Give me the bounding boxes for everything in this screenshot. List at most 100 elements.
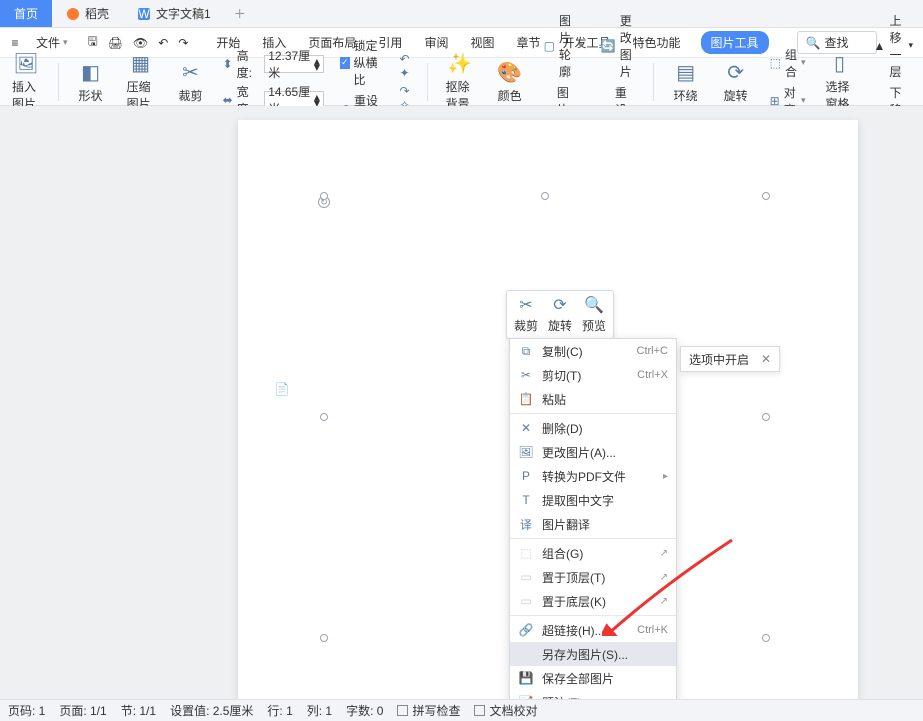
ctx-item[interactable]: 译图片翻译 xyxy=(510,512,676,536)
ctx-icon: T xyxy=(518,493,534,507)
status-section[interactable]: 节: 1/1 xyxy=(121,702,156,719)
ctx-item[interactable]: P转换为PDF文件▸ xyxy=(510,464,676,488)
search-icon: 🔍 xyxy=(806,36,821,50)
word-doc-icon: W xyxy=(137,7,151,21)
tab-docer[interactable]: 稻壳 xyxy=(52,0,123,27)
document-canvas[interactable]: ↻ 📄 ✂裁剪 ⟳旋转 🔍预览 ⧉复制(C)Ctrl+C✂剪切(T)Ctrl+X… xyxy=(0,106,923,699)
document-tabbar: 首页 稻壳 W 文字文稿1 ＋ xyxy=(0,0,923,28)
up-layer-icon: ▲ xyxy=(874,39,886,53)
bring-forward-button[interactable]: ▲上移一层▾ xyxy=(872,11,915,81)
resize-handle-ne[interactable] xyxy=(762,192,770,200)
undo-icon[interactable]: ↶ xyxy=(158,36,168,50)
picture-icon: 🖼 xyxy=(13,51,38,76)
print-icon[interactable]: 🖨 xyxy=(108,36,123,50)
status-col[interactable]: 列: 1 xyxy=(307,702,332,719)
status-pages[interactable]: 页面: 1/1 xyxy=(59,702,106,719)
remove-bg-button[interactable]: ✨抠除背景 xyxy=(442,49,478,114)
wrap-button[interactable]: ▤环绕 xyxy=(668,58,704,106)
mini-toolbar: ✂裁剪 ⟳旋转 🔍预览 xyxy=(506,290,614,339)
palette-icon: 🎨 xyxy=(497,60,522,85)
hamburger-icon[interactable]: ≡ xyxy=(8,36,22,50)
checkbox-icon xyxy=(397,705,408,716)
ctx-label: 超链接(H)... xyxy=(542,622,629,639)
shape-button[interactable]: ◧形状 xyxy=(73,58,109,106)
ctx-label: 复制(C) xyxy=(542,343,629,360)
lock-aspect-checkbox[interactable]: ✓锁定纵横比 xyxy=(338,36,383,89)
save-icon[interactable]: 🖫 xyxy=(88,32,98,53)
ctx-icon: 🖼 xyxy=(518,445,534,459)
ctx-icon: ▭ xyxy=(518,570,534,584)
shapes-icon: ◧ xyxy=(81,60,100,85)
outline-icon: ▢ xyxy=(544,39,555,53)
resize-handle-nw[interactable] xyxy=(320,192,328,200)
ctx-item: ▭置于底层(K)↗ xyxy=(510,589,676,613)
ctx-item[interactable]: T提取图中文字 xyxy=(510,488,676,512)
ctx-label: 组合(G) xyxy=(542,545,652,562)
ctx-icon: P xyxy=(518,469,534,483)
resize-handle-w[interactable] xyxy=(320,413,328,421)
ctx-label: 转换为PDF文件 xyxy=(542,468,655,485)
ctx-item[interactable]: ⧉复制(C)Ctrl+C xyxy=(510,339,676,363)
group-button[interactable]: ⬚组合▾ xyxy=(768,45,808,81)
status-spellcheck[interactable]: 拼写检查 xyxy=(397,702,460,719)
outline-button[interactable]: ▢图片轮廓▾ xyxy=(542,11,585,81)
ctx-item[interactable]: ✕删除(D) xyxy=(510,416,676,440)
ctx-icon: 译 xyxy=(518,516,534,533)
tip-label: 选项中开启 xyxy=(689,351,749,368)
ctx-item: ▭置于顶层(T)↗ xyxy=(510,565,676,589)
context-menu: ⧉复制(C)Ctrl+C✂剪切(T)Ctrl+X 📋 粘贴 ✕删除(D) 🖼 更改图片(A… xyxy=(509,338,677,699)
menu-section[interactable]: 章节 xyxy=(514,31,542,54)
status-proofing[interactable]: 文档校对 xyxy=(474,702,537,719)
ctx-label: 置于底层(K) xyxy=(542,593,652,610)
height-label: 高度: xyxy=(237,47,261,81)
status-row[interactable]: 行: 1 xyxy=(267,702,292,719)
mini-rotate-button[interactable]: ⟳旋转 xyxy=(543,295,577,334)
compress-button[interactable]: ▦压缩图片 xyxy=(123,49,159,114)
resize-handle-se[interactable] xyxy=(762,634,770,642)
new-tab-button[interactable]: ＋ xyxy=(225,0,255,27)
mini-preview-button[interactable]: 🔍预览 xyxy=(577,295,611,334)
ctx-item[interactable]: 🖼 更改图片(A)... xyxy=(510,440,676,464)
insert-picture-button[interactable]: 🖼插入图片 xyxy=(8,49,44,114)
anchor-icon: 📄 xyxy=(275,382,289,396)
crop-button[interactable]: ✂裁剪 xyxy=(173,58,209,106)
ctx-item[interactable]: 另存为图片(S)... xyxy=(510,642,676,666)
selection-pane-button[interactable]: ▯选择窗格 xyxy=(822,49,858,114)
statusbar: 页码: 1 页面: 1/1 节: 1/1 设置值: 2.5厘米 行: 1 列: … xyxy=(0,699,923,721)
height-input[interactable]: 12.37厘米▴▾ xyxy=(264,55,324,73)
tab-document[interactable]: W 文字文稿1 xyxy=(123,0,225,27)
resize-handle-n[interactable] xyxy=(541,192,549,200)
mini-crop-button[interactable]: ✂裁剪 xyxy=(509,295,543,334)
menu-picture-tools[interactable]: 图片工具 xyxy=(701,31,769,54)
status-setting[interactable]: 设置值: 2.5厘米 xyxy=(170,702,253,719)
ctx-label: 图片翻译 xyxy=(542,516,668,533)
rotate-left-button[interactable]: ↶ ✦ xyxy=(397,51,413,81)
color-button[interactable]: 🎨颜色 xyxy=(492,58,528,106)
ctx-item[interactable]: ✂剪切(T)Ctrl+X xyxy=(510,363,676,387)
rotate-icon: ⟳ xyxy=(553,295,566,315)
ctx-item[interactable]: 📋 粘贴 xyxy=(510,387,676,411)
print-preview-icon[interactable]: 👁 xyxy=(133,36,148,50)
change-icon: 🔄 xyxy=(601,39,616,53)
ctx-icon: ⬚ xyxy=(518,546,534,560)
resize-handle-sw[interactable] xyxy=(320,634,328,642)
ctx-label: 更改图片(A)... xyxy=(542,444,668,461)
change-pic-button[interactable]: 🔄更改图片 xyxy=(599,11,639,81)
ctx-icon: 📋 xyxy=(518,392,534,406)
width-icon: ⬌ xyxy=(223,93,233,107)
ctx-item[interactable]: 💾保存全部图片 xyxy=(510,666,676,690)
status-chars[interactable]: 字数: 0 xyxy=(346,702,383,719)
ctx-item[interactable]: 🔗超链接(H)...Ctrl+K xyxy=(510,618,676,642)
ctx-item[interactable]: 📝题注(Z)... xyxy=(510,690,676,699)
crop-icon: ✂ xyxy=(519,295,532,315)
wrap-icon: ▤ xyxy=(676,60,695,85)
resize-handle-e[interactable] xyxy=(762,413,770,421)
ctx-icon: 🔗 xyxy=(518,623,534,637)
magnify-icon: 🔍 xyxy=(584,295,604,315)
redo-icon[interactable]: ↷ xyxy=(178,36,188,50)
ctx-label: 粘贴 xyxy=(542,391,668,408)
close-icon[interactable]: ✕ xyxy=(761,352,771,366)
tab-home[interactable]: 首页 xyxy=(0,0,52,27)
status-page[interactable]: 页码: 1 xyxy=(8,702,45,719)
rotate-button[interactable]: ⟳旋转 xyxy=(718,58,754,106)
